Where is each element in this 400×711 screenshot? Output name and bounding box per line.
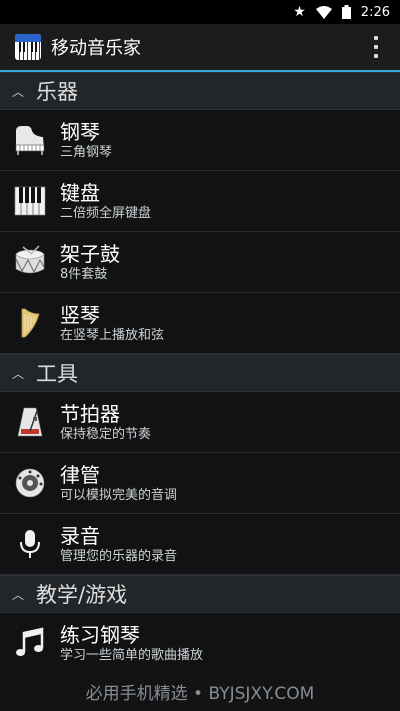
item-title: 架子鼓	[60, 241, 120, 266]
chevron-up-icon: ︿	[11, 84, 24, 99]
item-subtitle: 管理您的乐器的录音	[60, 548, 178, 564]
item-title: 钢琴	[60, 119, 100, 144]
app-title: 移动音乐家	[51, 38, 141, 59]
section-title: 乐器	[36, 80, 78, 104]
item-subtitle: 可以模拟完美的音调	[60, 487, 178, 503]
action-bar: 移动音乐家	[0, 24, 400, 72]
item-title: 键盘	[60, 180, 100, 205]
list-item-recording[interactable]: 录音 管理您的乐器的录音	[0, 514, 400, 575]
item-title: 竖琴	[60, 302, 100, 327]
item-title: 律管	[60, 462, 100, 487]
item-subtitle: 二倍频全屏键盘	[60, 205, 152, 221]
section-title: 教学/游戏	[36, 583, 128, 607]
section-teaching-games[interactable]: ︿ 教学/游戏	[0, 575, 400, 613]
item-title: 录音	[60, 523, 100, 548]
drum-icon	[0, 232, 60, 292]
metronome-icon	[0, 392, 60, 452]
item-subtitle: 三角钢琴	[60, 144, 113, 160]
item-subtitle: 保持稳定的节奏	[60, 426, 152, 442]
piano-icon	[0, 110, 60, 170]
status-bar: ★ 2:26	[0, 0, 400, 24]
battery-icon	[341, 5, 351, 19]
list-item-harp[interactable]: 竖琴 在竖琴上播放和弦	[0, 293, 400, 354]
pitch-pipe-icon	[0, 453, 60, 513]
list-item-pitch-pipe[interactable]: 律管 可以模拟完美的音调	[0, 453, 400, 514]
section-tools[interactable]: ︿ 工具	[0, 354, 400, 392]
chevron-up-icon: ︿	[11, 366, 24, 381]
microphone-icon	[0, 514, 60, 574]
overflow-menu-icon[interactable]	[374, 36, 378, 58]
music-note-icon	[0, 613, 60, 673]
item-title: 节拍器	[60, 401, 120, 426]
chevron-up-icon: ︿	[11, 587, 24, 602]
status-time: 2:26	[360, 4, 390, 20]
list-item-practice-piano[interactable]: 练习钢琴 学习一些简单的歌曲播放	[0, 613, 400, 674]
star-icon: ★	[293, 4, 306, 20]
item-title: 练习钢琴	[60, 622, 140, 647]
keyboard-icon	[0, 171, 60, 231]
app-logo-icon	[15, 34, 41, 60]
harp-icon	[0, 293, 60, 353]
list-item-drums[interactable]: 架子鼓 8件套鼓	[0, 232, 400, 293]
wifi-icon	[315, 5, 332, 19]
section-instruments[interactable]: ︿ 乐器	[0, 72, 400, 110]
item-subtitle: 学习一些简单的歌曲播放	[60, 647, 204, 663]
list-item-keyboard[interactable]: 键盘 二倍频全屏键盘	[0, 171, 400, 232]
item-subtitle: 在竖琴上播放和弦	[60, 327, 165, 343]
footer-watermark: 必用手机精选 • BYJSJXY.COM	[0, 671, 400, 711]
item-subtitle: 8件套鼓	[60, 266, 108, 282]
list-item-piano[interactable]: 钢琴 三角钢琴	[0, 110, 400, 171]
section-title: 工具	[36, 362, 78, 386]
list-item-metronome[interactable]: 节拍器 保持稳定的节奏	[0, 392, 400, 453]
